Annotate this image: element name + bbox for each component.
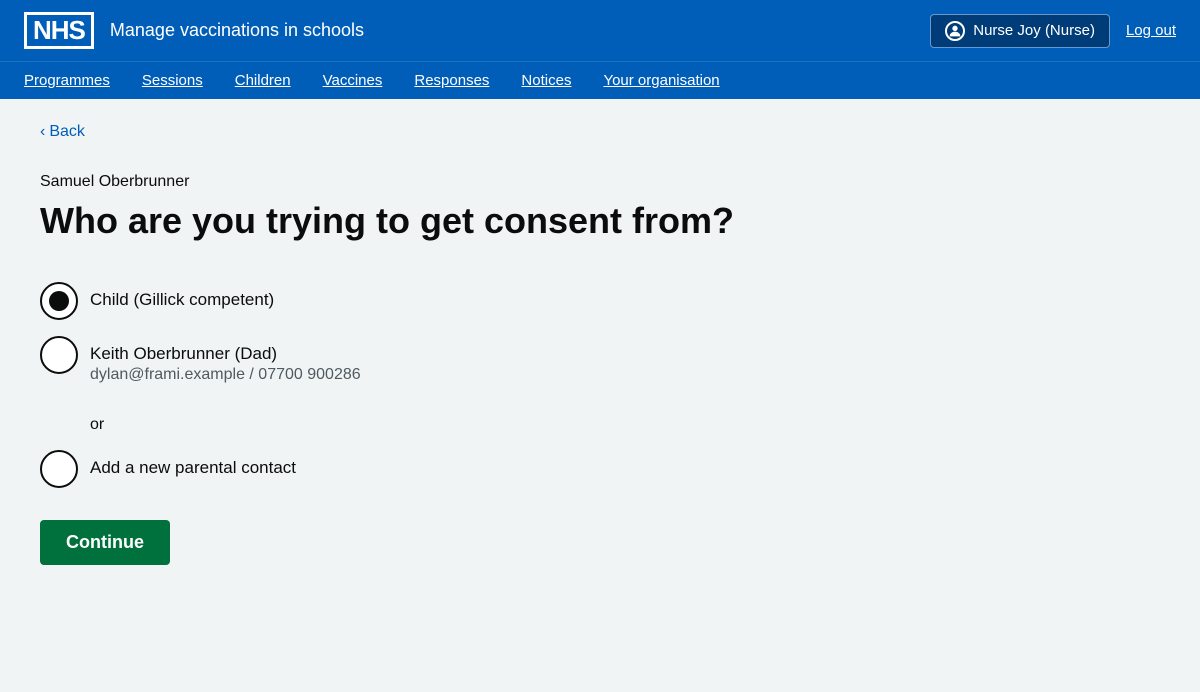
app-title: Manage vaccinations in schools (110, 20, 364, 41)
continue-button[interactable]: Continue (40, 520, 170, 565)
radio-dot-child (49, 291, 69, 311)
radio-label-text-child: Child (Gillick competent) (90, 290, 274, 310)
radio-label-sub-parent: dylan@frami.example / 07700 900286 (90, 366, 361, 384)
user-name: Nurse Joy (Nurse) (973, 22, 1095, 39)
radio-item-new-contact[interactable]: Add a new parental contact (40, 442, 860, 496)
main-nav: Programmes Sessions Children Vaccines Re… (0, 61, 1200, 99)
nav-children[interactable]: Children (219, 62, 307, 99)
page-heading: Who are you trying to get consent from? (40, 199, 860, 242)
radio-label-text-parent: Keith Oberbrunner (Dad) (90, 344, 361, 364)
radio-label-new-contact: Add a new parental contact (90, 450, 296, 478)
nhs-logo-text: NHS (33, 15, 85, 45)
user-info: Nurse Joy (Nurse) (930, 14, 1110, 48)
nav-responses[interactable]: Responses (398, 62, 505, 99)
header-right: Nurse Joy (Nurse) Log out (930, 14, 1176, 48)
radio-label-parent: Keith Oberbrunner (Dad) dylan@frami.exam… (90, 336, 361, 384)
logout-button[interactable]: Log out (1126, 22, 1176, 39)
main-content: ‹ Back Samuel Oberbrunner Who are you tr… (0, 99, 900, 589)
consent-radio-group: Child (Gillick competent) Keith Oberbrun… (40, 274, 860, 392)
radio-label-child: Child (Gillick competent) (90, 282, 274, 310)
back-chevron-icon: ‹ (40, 123, 45, 141)
user-icon (945, 21, 965, 41)
nav-sessions[interactable]: Sessions (126, 62, 219, 99)
radio-item-parent[interactable]: Keith Oberbrunner (Dad) dylan@frami.exam… (40, 328, 860, 392)
radio-item-child[interactable]: Child (Gillick competent) (40, 274, 860, 328)
back-link[interactable]: ‹ Back (40, 123, 85, 141)
back-link-label: Back (49, 123, 85, 141)
nav-notices[interactable]: Notices (505, 62, 587, 99)
or-text: or (40, 408, 860, 442)
nhs-logo: NHS (24, 12, 94, 49)
radio-input-parent[interactable] (40, 336, 78, 374)
header-left: NHS Manage vaccinations in schools (24, 12, 364, 49)
nav-programmes[interactable]: Programmes (24, 62, 126, 99)
radio-input-child[interactable] (40, 282, 78, 320)
nav-your-organisation[interactable]: Your organisation (587, 62, 735, 99)
header: NHS Manage vaccinations in schools Nurse… (0, 0, 1200, 61)
nav-vaccines[interactable]: Vaccines (307, 62, 399, 99)
radio-input-new-contact[interactable] (40, 450, 78, 488)
patient-name: Samuel Oberbrunner (40, 173, 860, 191)
radio-label-text-new-contact: Add a new parental contact (90, 458, 296, 478)
